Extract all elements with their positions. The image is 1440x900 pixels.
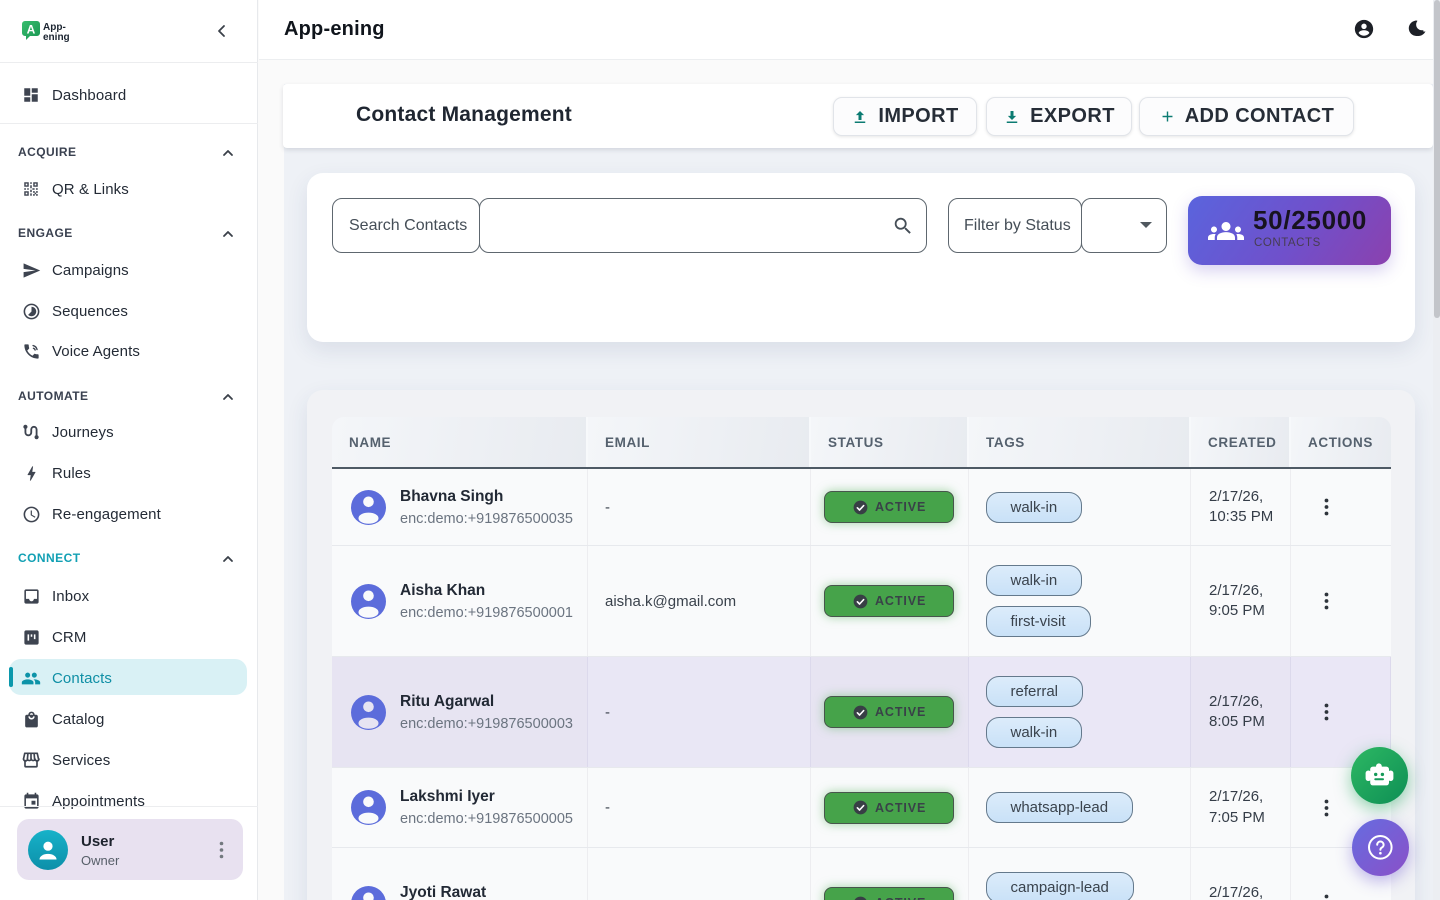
svg-text:A: A xyxy=(27,23,36,37)
